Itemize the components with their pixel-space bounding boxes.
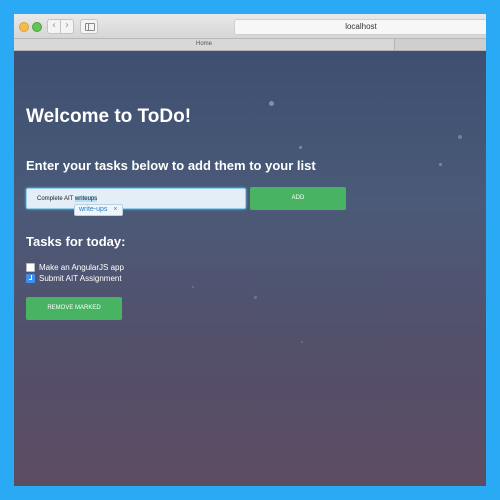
tasks-heading: Tasks for today: — [26, 234, 126, 249]
page-subtitle: Enter your tasks below to add them to yo… — [26, 158, 316, 173]
dismiss-suggestion-icon[interactable]: × — [113, 206, 117, 213]
page-content: Welcome to ToDo! Enter your tasks below … — [14, 51, 486, 486]
background-sparkle — [269, 101, 274, 106]
spelling-suggestion[interactable]: write-ups × — [74, 204, 123, 216]
background-sparkle — [439, 163, 442, 166]
background-sparkle — [254, 296, 257, 299]
minimize-window-button[interactable] — [19, 22, 29, 32]
forward-button[interactable]: › — [60, 19, 74, 34]
task-label: Submit AIT Assignment — [39, 274, 122, 283]
background-sparkle — [301, 341, 303, 343]
browser-window: ‹ › localhost Home Welcome to ToDo! Ente… — [14, 14, 486, 486]
task-checkbox[interactable] — [26, 263, 35, 272]
tab-home[interactable]: Home — [14, 39, 395, 50]
browser-toolbar: ‹ › localhost — [14, 14, 486, 39]
new-task-input[interactable]: Complete AIT writeups — [26, 188, 246, 209]
tab-bar: Home — [14, 39, 486, 51]
misspelled-word-highlight: writeups — [74, 196, 98, 202]
address-bar[interactable]: localhost — [234, 19, 486, 35]
background-sparkle — [299, 146, 302, 149]
background-sparkle — [192, 286, 194, 288]
task-label: Make an AngularJS app — [39, 263, 124, 272]
task-checkbox[interactable] — [26, 274, 35, 283]
sidebar-icon — [85, 23, 95, 31]
input-value-text: Complete AIT — [37, 196, 75, 202]
background-sparkle — [458, 135, 462, 139]
zoom-window-button[interactable] — [32, 22, 42, 32]
remove-marked-button[interactable]: REMOVE MARKED — [26, 297, 122, 320]
back-button[interactable]: ‹ — [47, 19, 61, 34]
page-title: Welcome to ToDo! — [26, 106, 192, 127]
suggestion-text: write-ups — [79, 206, 108, 213]
sidebar-toggle-button[interactable] — [80, 19, 98, 34]
add-task-button[interactable]: ADD — [250, 187, 346, 210]
